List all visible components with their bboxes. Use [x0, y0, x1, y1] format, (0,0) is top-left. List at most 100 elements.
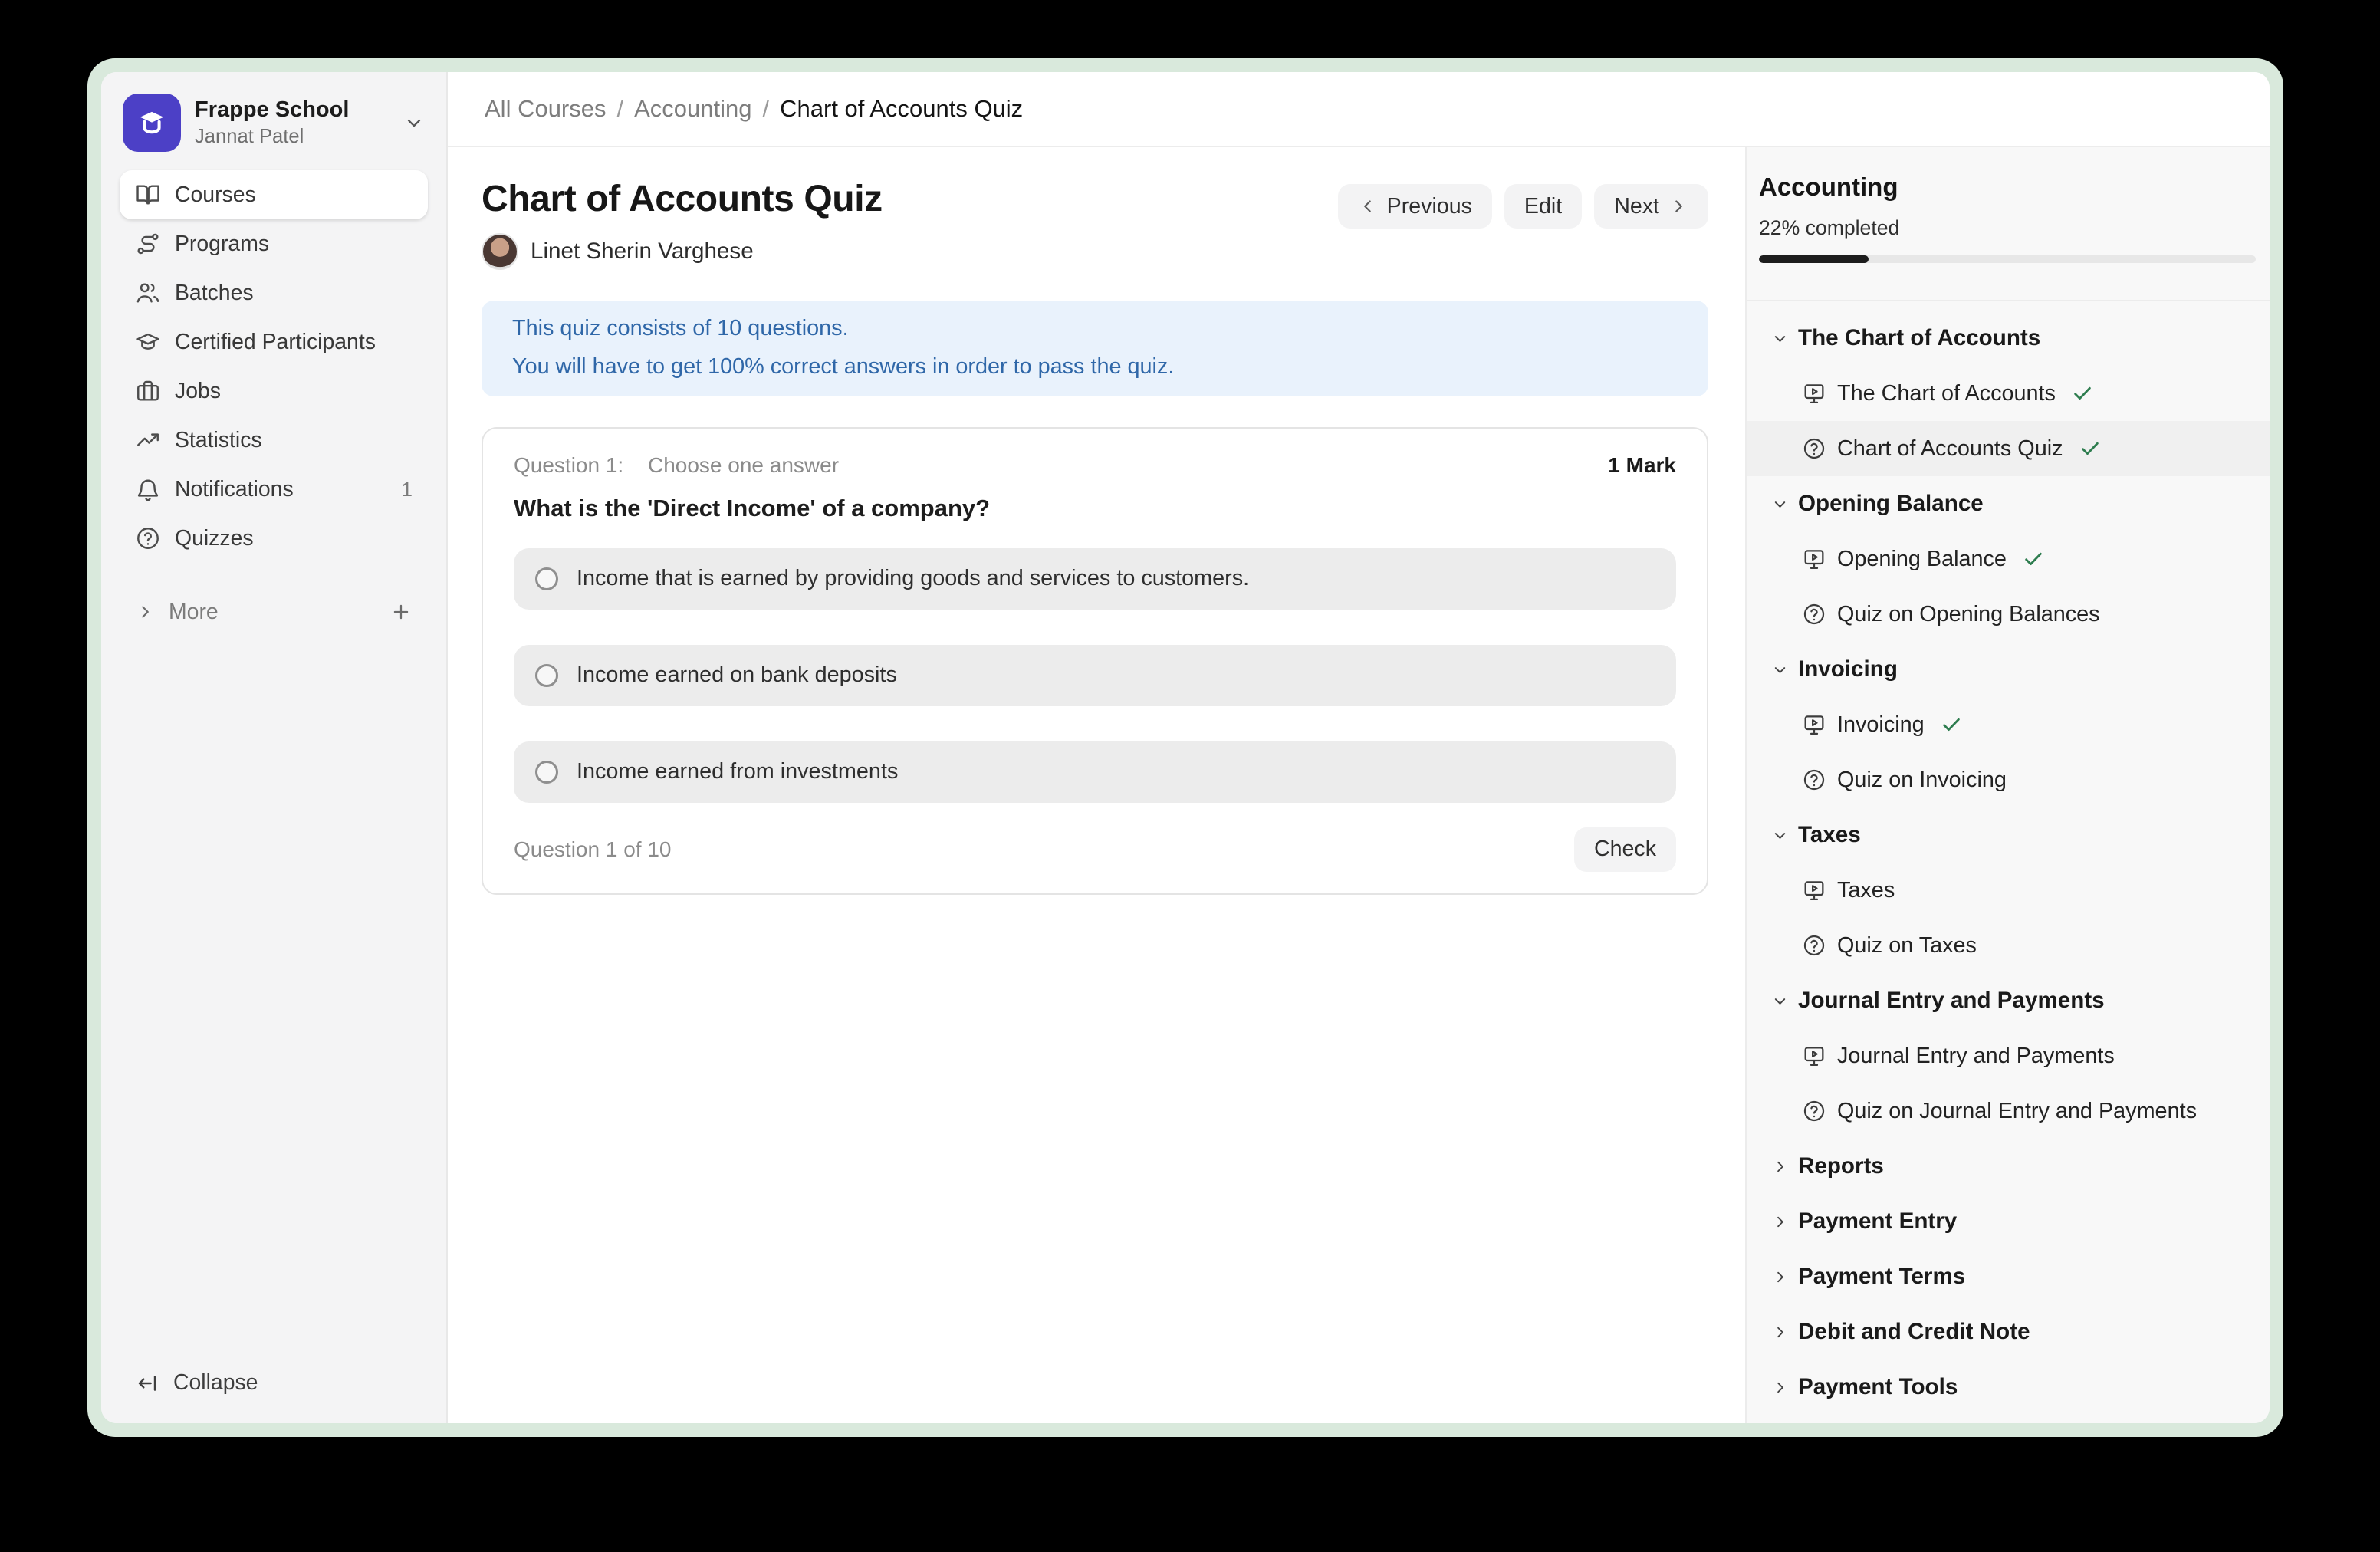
- question-mode-label: Choose one answer: [648, 453, 839, 477]
- notification-count-badge: 1: [402, 478, 413, 501]
- outline-item-label: Quiz on Journal Entry and Payments: [1837, 1099, 2197, 1124]
- lesson-icon: [1802, 547, 1826, 571]
- outline-item-quiz-on-invoicing[interactable]: Quiz on Invoicing: [1747, 752, 2270, 807]
- chevron-right-icon: [1771, 1323, 1789, 1341]
- outline-item-label: Quiz on Taxes: [1837, 933, 1977, 958]
- outline-item-quiz-on-opening-balances[interactable]: Quiz on Opening Balances: [1747, 587, 2270, 642]
- chevron-right-icon: [1771, 1379, 1789, 1396]
- check-icon: [2079, 437, 2102, 460]
- school-switcher[interactable]: Frappe School Jannat Patel: [120, 87, 428, 170]
- breadcrumb-accounting[interactable]: Accounting: [634, 95, 751, 123]
- edit-button[interactable]: Edit: [1504, 184, 1582, 229]
- outline-item-journal-entry-and-payments[interactable]: Journal Entry and Payments: [1747, 1028, 2270, 1083]
- outline-section-title: The Chart of Accounts: [1798, 325, 2040, 351]
- outline-section-the-chart-of-accounts[interactable]: The Chart of Accounts: [1747, 311, 2270, 366]
- answer-option-label: Income earned on bank deposits: [577, 663, 897, 688]
- sidebar-item-programs[interactable]: Programs: [120, 219, 428, 268]
- app-window: Frappe School Jannat Patel CoursesProgra…: [101, 72, 2270, 1423]
- radio-icon[interactable]: [535, 567, 558, 590]
- outline-item-label: Invoicing: [1837, 712, 1925, 738]
- lesson-icon: [1802, 712, 1826, 737]
- outline-section-reports[interactable]: Reports: [1747, 1139, 2270, 1194]
- help-circle-icon: [1802, 768, 1826, 792]
- course-outline-panel: Accounting 22% completed The Chart of Ac…: [1745, 147, 2270, 1423]
- course-progress-track: [1759, 255, 2256, 263]
- outline-item-label: The Chart of Accounts: [1837, 381, 2056, 406]
- next-button[interactable]: Next: [1594, 184, 1708, 229]
- answer-option[interactable]: Income earned from investments: [514, 741, 1676, 803]
- users-icon: [135, 280, 161, 306]
- next-button-label: Next: [1614, 194, 1659, 219]
- sidebar-item-label: Notifications: [175, 477, 294, 502]
- breadcrumb-bar: All Courses / Accounting / Chart of Acco…: [448, 72, 2270, 147]
- sidebar-item-notifications[interactable]: Notifications 1: [120, 465, 428, 514]
- previous-button-label: Previous: [1387, 194, 1472, 219]
- chevron-down-icon: [1771, 661, 1789, 679]
- question-marks: 1 Mark: [1608, 453, 1676, 478]
- left-sidebar: Frappe School Jannat Patel CoursesProgra…: [101, 72, 448, 1423]
- chevron-right-icon: [1668, 196, 1688, 216]
- breadcrumb-current-page: Chart of Accounts Quiz: [780, 95, 1023, 123]
- radio-icon[interactable]: [535, 664, 558, 687]
- notice-line: You will have to get 100% correct answer…: [512, 351, 1678, 382]
- plus-icon[interactable]: [390, 600, 413, 623]
- sidebar-item-more[interactable]: More: [120, 587, 428, 636]
- help-circle-icon: [135, 525, 161, 551]
- sidebar-item-courses[interactable]: Courses: [120, 170, 428, 219]
- outline-section-payment-entry[interactable]: Payment Entry: [1747, 1194, 2270, 1249]
- outline-item-chart-of-accounts-quiz[interactable]: Chart of Accounts Quiz: [1747, 421, 2270, 476]
- course-title: Accounting: [1759, 172, 2256, 202]
- check-icon: [1940, 713, 1963, 736]
- outline-section-taxes[interactable]: Taxes: [1747, 807, 2270, 863]
- chevron-right-icon: [1771, 1268, 1789, 1286]
- radio-icon[interactable]: [535, 761, 558, 784]
- outline-item-the-chart-of-accounts[interactable]: The Chart of Accounts: [1747, 366, 2270, 421]
- check-button[interactable]: Check: [1574, 827, 1676, 872]
- collapse-sidebar-button[interactable]: Collapse: [120, 1361, 428, 1405]
- outline-item-label: Taxes: [1837, 878, 1895, 903]
- outline-section-title: Opening Balance: [1798, 491, 1984, 517]
- outline-item-taxes[interactable]: Taxes: [1747, 863, 2270, 918]
- answer-option[interactable]: Income that is earned by providing goods…: [514, 548, 1676, 610]
- outline-item-invoicing[interactable]: Invoicing: [1747, 697, 2270, 752]
- sidebar-item-jobs[interactable]: Jobs: [120, 367, 428, 416]
- outline-section-journal-entry-and-payments[interactable]: Journal Entry and Payments: [1747, 973, 2270, 1028]
- previous-button[interactable]: Previous: [1338, 184, 1492, 229]
- outline-section-invoicing[interactable]: Invoicing: [1747, 642, 2270, 697]
- outline-section-title: Debit and Credit Note: [1798, 1319, 2030, 1345]
- author-avatar: [482, 233, 518, 270]
- help-circle-icon: [1802, 933, 1826, 958]
- chevron-down-icon: [1771, 992, 1789, 1010]
- collapse-left-icon: [135, 1371, 159, 1396]
- quiz-card: Question 1: Choose one answer 1 Mark Wha…: [482, 427, 1708, 895]
- sidebar-item-quizzes[interactable]: Quizzes: [120, 514, 428, 563]
- help-circle-icon: [1802, 436, 1826, 461]
- breadcrumb-all-courses[interactable]: All Courses: [485, 95, 607, 123]
- sidebar-item-batches[interactable]: Batches: [120, 268, 428, 317]
- course-outline-list: The Chart of Accounts The Chart of Accoun…: [1747, 301, 2270, 1423]
- outline-item-label: Opening Balance: [1837, 547, 2007, 572]
- brand-text: Frappe School Jannat Patel: [195, 97, 349, 148]
- answer-option[interactable]: Income earned on bank deposits: [514, 645, 1676, 706]
- programs-icon: [135, 231, 161, 257]
- sidebar-item-statistics[interactable]: Statistics: [120, 416, 428, 465]
- outline-section-opening-balance[interactable]: Opening Balance: [1747, 476, 2270, 531]
- content-area: Chart of Accounts Quiz Linet Sherin Varg…: [448, 147, 2270, 1423]
- sidebar-item-label: Certified Participants: [175, 330, 376, 355]
- page-title: Chart of Accounts Quiz: [482, 178, 883, 221]
- outline-section-payment-tools[interactable]: Payment Tools: [1747, 1360, 2270, 1415]
- outline-item-label: Quiz on Invoicing: [1837, 768, 2007, 793]
- outline-item-opening-balance[interactable]: Opening Balance: [1747, 531, 2270, 587]
- outline-item-quiz-on-journal-entry-and-payments[interactable]: Quiz on Journal Entry and Payments: [1747, 1083, 2270, 1139]
- outline-section-debit-and-credit-note[interactable]: Debit and Credit Note: [1747, 1304, 2270, 1360]
- quiz-page: Chart of Accounts Quiz Linet Sherin Varg…: [448, 147, 1745, 1423]
- chevron-right-icon: [1771, 1158, 1789, 1176]
- outline-section-payment-terms[interactable]: Payment Terms: [1747, 1249, 2270, 1304]
- outline-section-title: Journal Entry and Payments: [1798, 988, 2105, 1014]
- outline-item-quiz-on-taxes[interactable]: Quiz on Taxes: [1747, 918, 2270, 973]
- desktop-background: Frappe School Jannat Patel CoursesProgra…: [0, 0, 2380, 1552]
- sidebar-item-certified-participants[interactable]: Certified Participants: [120, 317, 428, 367]
- outline-section-title: Payment Tools: [1798, 1374, 1958, 1400]
- sidebar-item-label: Quizzes: [175, 526, 254, 551]
- sidebar-item-label: Statistics: [175, 428, 262, 453]
